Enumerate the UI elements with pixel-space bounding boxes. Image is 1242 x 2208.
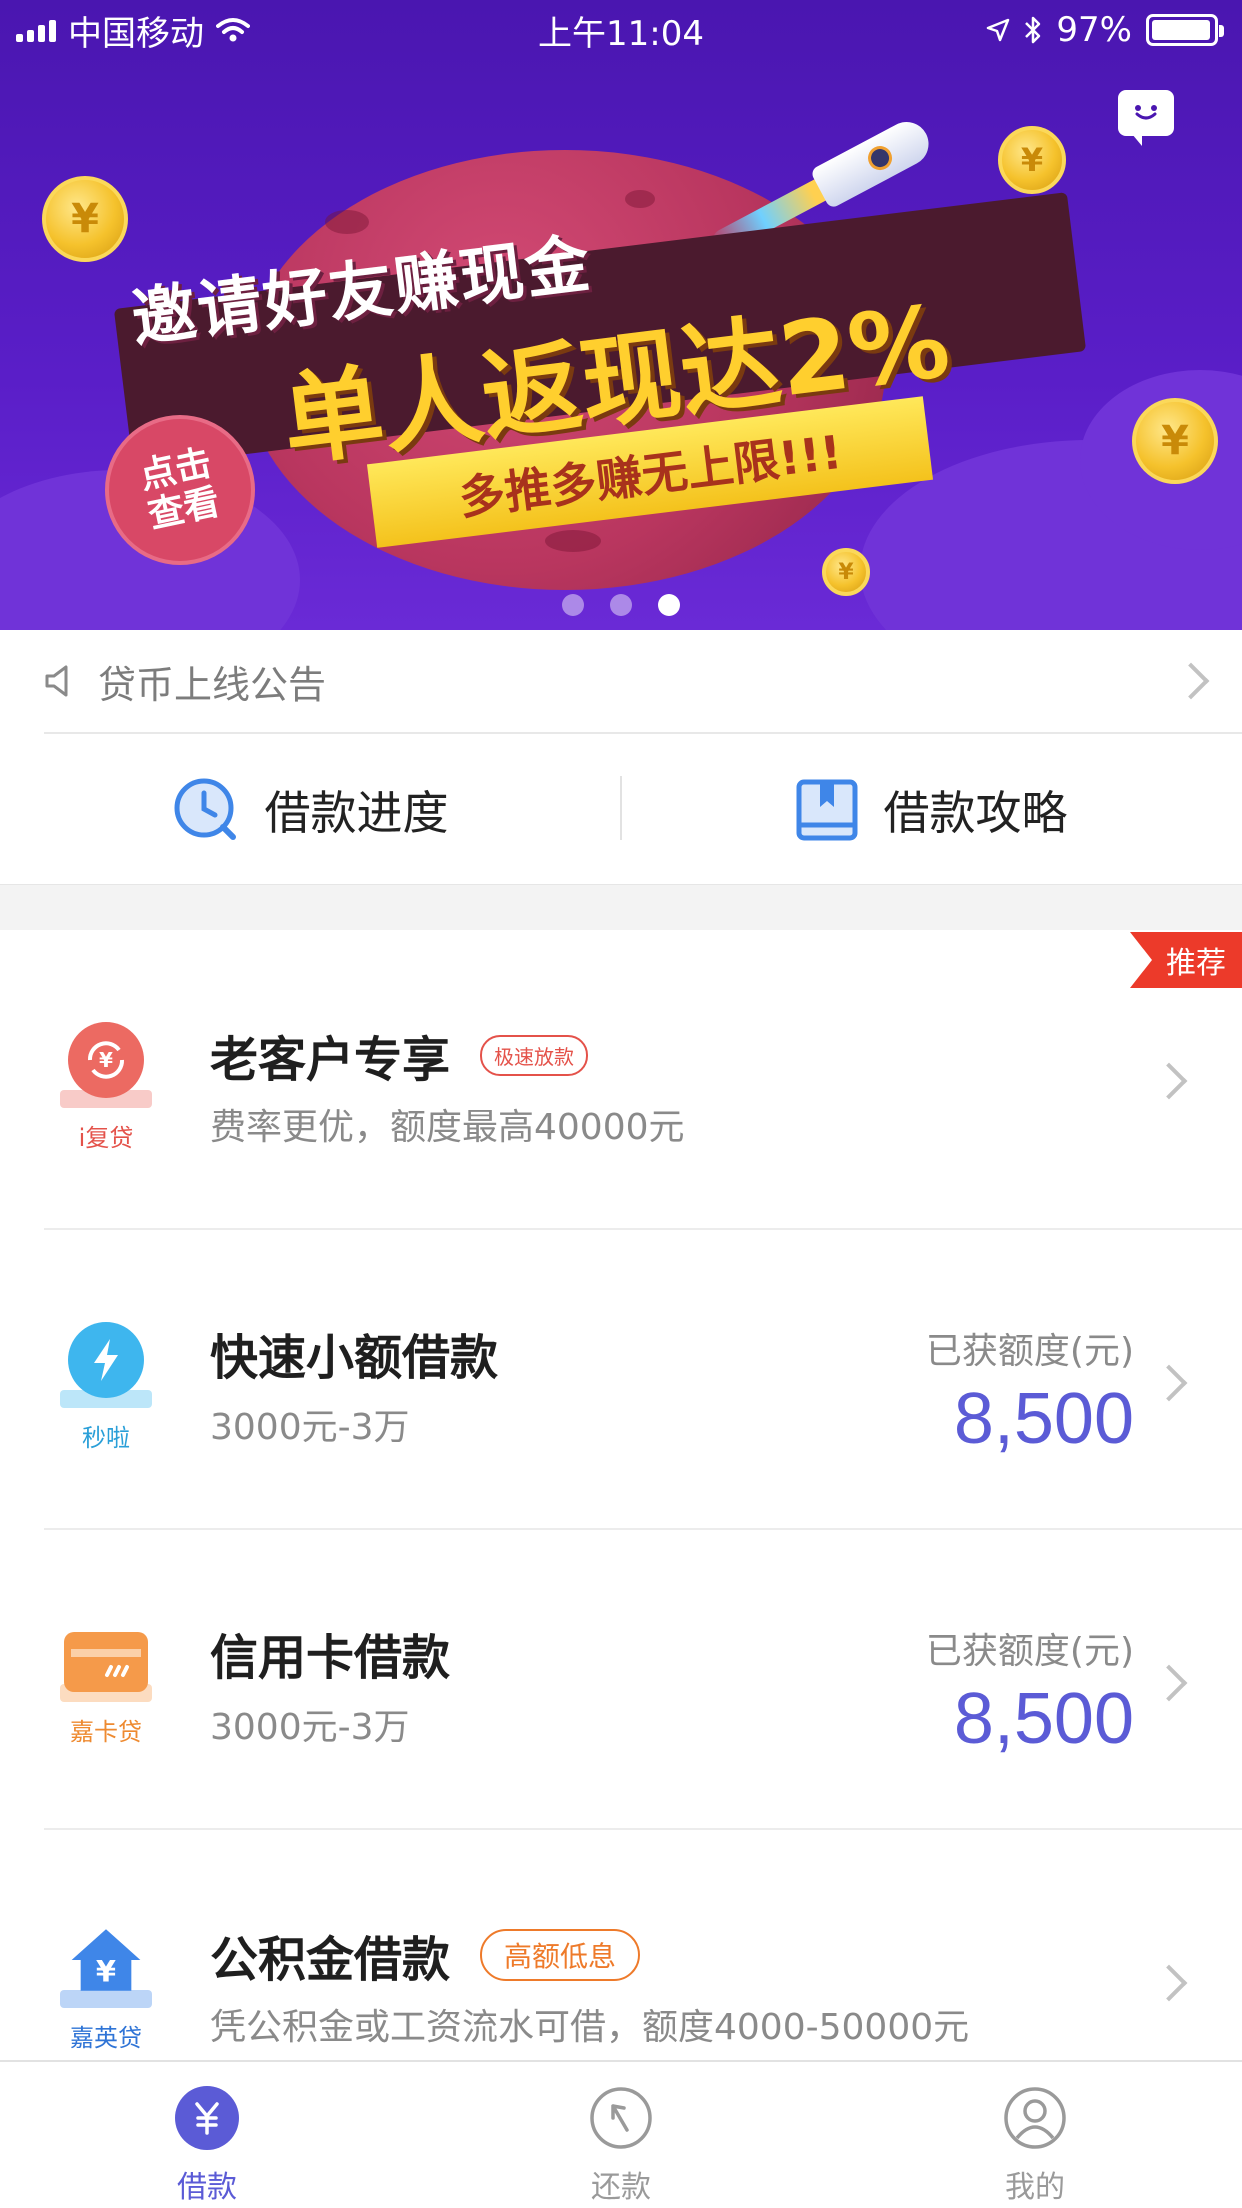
product-housing-fund-loan[interactable]: ¥ 嘉英贷 公积金借款 高额低息 凭公积金或工资流水可借，额度4000-5000… [0,1830,1242,2060]
smile-chat-icon [1135,105,1157,120]
product-credit-card-loan[interactable]: 嘉卡贷 信用卡借款 3000元-3万 已获额度(元) 8,500 [0,1530,1242,1830]
product-title: 老客户专享 极速放款 [210,1020,589,1090]
chevron-right-icon [1150,1062,1188,1100]
banner-click-badge[interactable]: 点击查看 [105,415,255,565]
product-title: 信用卡借款 [210,1618,450,1688]
announcement-bar[interactable]: 贷币上线公告 [44,630,1242,734]
product-subtitle: 3000元-3万 [210,1707,410,1748]
coin-icon: ¥ [998,126,1066,194]
carousel-indicator [0,594,1242,616]
carousel-dot[interactable] [562,594,584,616]
product-title-text: 公积金借款 [210,1932,451,1988]
lightning-icon [68,1322,144,1398]
quick-link-loan-progress[interactable]: 借款进度 [0,777,621,843]
product-tag: 极速放款 [480,1034,589,1076]
quota-value: 8,500 [953,1379,1134,1459]
quick-link-label: 借款攻略 [883,786,1068,840]
bottom-tab-bar: 借款 还款 我的 [0,2060,1242,2208]
clock-icon [174,778,236,840]
chat-message-button[interactable] [1118,90,1174,146]
refresh-yuan-icon: ¥ [68,1022,144,1098]
product-subtitle: 费率更优，额度最高40000元 [210,1107,685,1148]
product-subtitle: 凭公积金或工资流水可借，额度4000-50000元 [210,2007,970,2048]
quota-label: 已获额度(元) [925,1631,1134,1672]
carousel-dot[interactable] [610,594,632,616]
chevron-right-icon [1150,1964,1188,2002]
coin-icon: ¥ [822,548,870,596]
product-quick-small-loan[interactable]: 秒啦 快速小额借款 3000元-3万 已获额度(元) 8,500 [0,1230,1242,1530]
carousel-dot-active[interactable] [658,594,680,616]
banner-badge-text: 点击查看 [136,442,224,537]
tab-repay[interactable]: 还款 [414,2062,828,2208]
svg-text:¥: ¥ [96,1955,116,1989]
product-icon: ¥ i复贷 [58,1022,154,1153]
quick-links-divider [620,776,622,840]
tab-label: 还款 [591,2170,651,2205]
quick-link-label: 借款进度 [264,786,449,840]
product-brand: 秒啦 [82,1424,130,1452]
product-brand: 嘉英贷 [70,2024,142,2052]
house-yuan-icon: ¥ [68,1922,144,1998]
product-returning-customer[interactable]: ¥ i复贷 老客户专享 极速放款 费率更优，额度最高40000元 [0,930,1242,1230]
quota-value: 8,500 [953,1679,1134,1759]
quick-link-loan-guide[interactable]: 借款攻略 [621,777,1242,843]
location-arrow-icon [987,18,1010,42]
product-brand: 嘉卡贷 [70,1718,142,1746]
product-icon: ¥ 嘉英贷 [58,1922,154,2053]
coin-icon: ¥ [1132,398,1218,484]
product-title-text: 信用卡借款 [210,1630,451,1686]
product-title: 快速小额借款 [210,1318,498,1388]
svg-text:¥: ¥ [99,1048,113,1072]
product-icon: 秒啦 [58,1322,154,1453]
chevron-right-icon [1172,662,1210,700]
product-icon: 嘉卡贷 [58,1622,154,1747]
speaker-icon [45,665,68,697]
coin-icon: ¥ [42,176,128,262]
return-icon [589,2086,653,2150]
book-icon [796,779,857,841]
user-icon [1003,2086,1067,2150]
yuan-icon [175,2086,239,2150]
product-title-text: 老客户专享 [210,1032,451,1088]
chevron-right-icon [1150,1364,1188,1402]
product-subtitle: 3000元-3万 [210,1407,410,1448]
battery-percent: 97% [1056,10,1132,50]
wifi-icon [216,18,250,42]
product-tag: 高额低息 [480,1929,641,1981]
chevron-right-icon [1150,1664,1188,1702]
status-bar: 中国移动 上午11:04 97% [0,0,1242,60]
quota-label: 已获额度(元) [925,1331,1134,1372]
tab-mine[interactable]: 我的 [828,2062,1242,2208]
tab-label: 我的 [1005,2170,1065,2205]
product-title: 公积金借款 高额低息 [210,1920,641,1990]
promo-banner[interactable]: ¥ ¥ ¥ ¥ 邀请好友赚现金 单人返现达2% 多推多赚无上限!!! 点击查看 [0,0,1242,630]
product-brand: i复贷 [78,1124,134,1152]
bluetooth-icon [1025,16,1041,44]
announcement-text: 贷币上线公告 [98,662,327,707]
tab-label: 借款 [177,2170,237,2205]
quick-links: 借款进度 借款攻略 [0,736,1242,884]
product-title-text: 快速小额借款 [210,1330,499,1386]
credit-card-icon [64,1632,148,1692]
tab-borrow[interactable]: 借款 [0,2062,414,2208]
carrier-name: 中国移动 [68,13,204,54]
battery-icon [1146,14,1224,46]
section-spacer [0,884,1242,930]
signal-icon [16,18,56,42]
